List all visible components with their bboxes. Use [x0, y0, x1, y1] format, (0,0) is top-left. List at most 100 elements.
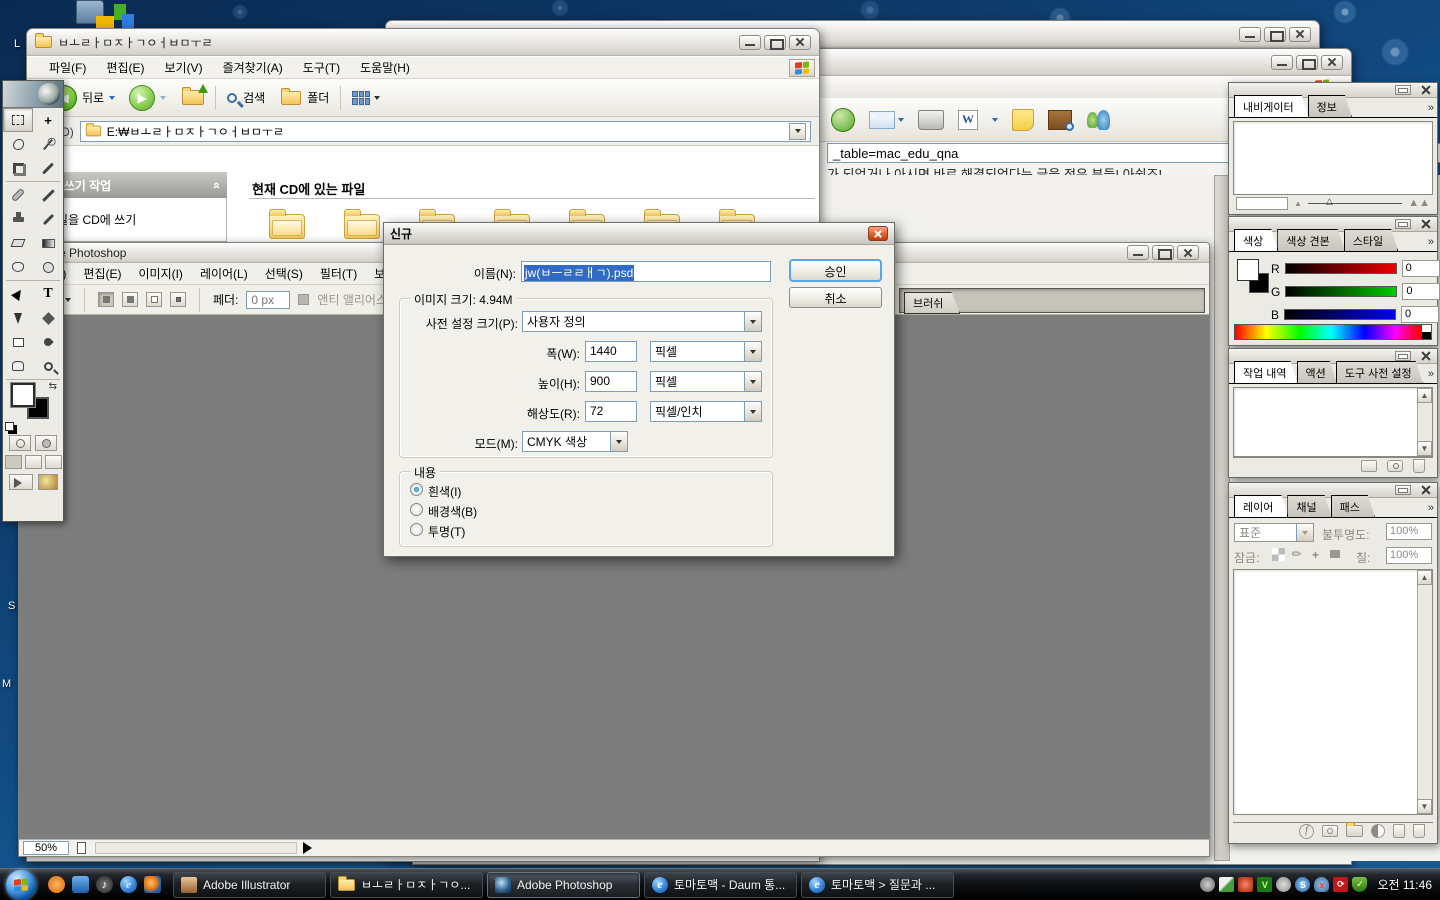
- radio-transparent-label[interactable]: 투명(T): [428, 523, 465, 540]
- lasso-tool-icon[interactable]: [3, 132, 33, 156]
- foreground-color-swatch[interactable]: [1237, 259, 1259, 281]
- type-tool-icon[interactable]: T: [33, 282, 63, 306]
- lock-transparency-icon[interactable]: [1272, 548, 1285, 561]
- foreground-color-swatch[interactable]: [11, 383, 35, 407]
- menu-select[interactable]: 선택(S): [265, 265, 303, 282]
- crop-tool-icon[interactable]: [3, 156, 33, 180]
- dialog-titlebar[interactable]: 신규: [384, 223, 894, 245]
- marquee-tool-icon[interactable]: [3, 108, 33, 132]
- dropdown-arrow-icon[interactable]: [744, 342, 761, 361]
- views-button[interactable]: [352, 91, 380, 105]
- menu-view[interactable]: 보기(V): [164, 59, 202, 76]
- panel-menu-icon[interactable]: »: [1428, 502, 1433, 514]
- healing-brush-tool-icon[interactable]: [3, 183, 33, 207]
- brushes-palette-tab[interactable]: 브러쉬: [904, 292, 960, 314]
- desktop-icon-label[interactable]: M: [2, 678, 11, 690]
- move-tool-icon[interactable]: +: [33, 108, 63, 132]
- height-input[interactable]: 900: [585, 371, 637, 392]
- green-slider[interactable]: [1285, 286, 1397, 297]
- tab-layers[interactable]: 레이어: [1234, 495, 1288, 517]
- scroll-down-icon[interactable]: ▼: [1417, 441, 1432, 456]
- history-brush-tool-icon[interactable]: [33, 207, 63, 231]
- minimize-button[interactable]: [1127, 245, 1149, 260]
- radio-background-color[interactable]: [410, 503, 423, 516]
- close-button[interactable]: [1289, 27, 1311, 42]
- menu-edit[interactable]: 편집(E): [106, 59, 144, 76]
- red-slider[interactable]: [1285, 263, 1397, 274]
- dropdown-arrow-icon[interactable]: [1296, 524, 1313, 541]
- adjustment-layer-icon[interactable]: [1371, 824, 1385, 838]
- selection-add-icon[interactable]: [122, 292, 138, 307]
- width-input[interactable]: 1440: [585, 341, 637, 362]
- zoom-tool-icon[interactable]: [33, 354, 63, 378]
- jump-to-imageready-button[interactable]: [9, 474, 33, 490]
- selection-subtract-icon[interactable]: [146, 292, 162, 307]
- new-document-dialog[interactable]: 신규 이름(N): jw(ㅂㅡㄹㄹㅐㄱ).psd 승인 취소 이미지 크기: 4…: [383, 222, 895, 557]
- panel-minimize-icon[interactable]: [1395, 485, 1411, 495]
- taskbar-button-photoshop[interactable]: Adobe Photoshop: [487, 872, 640, 898]
- new-document-from-state-icon[interactable]: [1361, 460, 1377, 472]
- height-unit-dropdown[interactable]: 픽셀: [650, 371, 762, 392]
- color-panel[interactable]: 색상 색상 견본 스타일 » R 0 G 0 B 0: [1228, 216, 1438, 346]
- layers-list[interactable]: ▲ ▼: [1233, 569, 1433, 815]
- imageready-icon[interactable]: [38, 474, 58, 490]
- tab-info[interactable]: 정보: [1308, 95, 1352, 117]
- folders-button[interactable]: 폴더: [281, 89, 329, 106]
- resolution-unit-dropdown[interactable]: 픽셀/인치: [650, 401, 762, 422]
- start-button[interactable]: [6, 870, 36, 900]
- close-button[interactable]: [789, 35, 811, 50]
- blend-mode-dropdown[interactable]: 표준: [1234, 523, 1314, 542]
- status-arrow-icon[interactable]: [303, 842, 312, 854]
- document-icon[interactable]: [77, 842, 86, 854]
- maximize-button[interactable]: [1264, 27, 1286, 42]
- smudge-tool-icon[interactable]: [3, 255, 33, 279]
- ok-button[interactable]: 승인: [789, 259, 882, 282]
- tray-messenger-offline-icon[interactable]: x: [1314, 877, 1329, 892]
- layer-mask-icon[interactable]: [1322, 825, 1338, 837]
- minimize-button[interactable]: [739, 35, 761, 50]
- radio-white-label[interactable]: 흰색(I): [428, 483, 461, 500]
- print-icon[interactable]: [918, 110, 944, 130]
- history-panel[interactable]: 작업 내역 액션 도구 사전 설정 » ▲ ▼: [1228, 348, 1438, 478]
- address-dropdown-button[interactable]: [789, 123, 806, 140]
- hand-tool-icon[interactable]: [3, 354, 33, 378]
- close-icon[interactable]: [1419, 84, 1432, 96]
- red-value[interactable]: 0: [1402, 260, 1440, 277]
- zoom-value-field[interactable]: [1236, 197, 1288, 210]
- tray-v3-icon[interactable]: V: [1257, 877, 1272, 892]
- zoom-out-icon[interactable]: ▲: [1294, 199, 1302, 208]
- panel-menu-icon[interactable]: »: [1428, 236, 1433, 248]
- panel-menu-icon[interactable]: »: [1428, 102, 1433, 114]
- tray-s-icon[interactable]: S: [1295, 877, 1310, 892]
- photoshop-toolbox[interactable]: + T ⇆: [2, 80, 64, 522]
- radio-transparent[interactable]: [410, 523, 423, 536]
- minimize-button[interactable]: [1239, 27, 1261, 42]
- new-snapshot-icon[interactable]: [1387, 460, 1403, 472]
- dropdown-arrow-icon[interactable]: [992, 118, 998, 122]
- mode-dropdown[interactable]: CMYK 색상: [522, 431, 628, 452]
- radio-white[interactable]: [410, 483, 423, 496]
- forward-button[interactable]: ▶: [129, 85, 166, 111]
- brush-tool-icon[interactable]: [33, 183, 63, 207]
- quicklaunch-icon-1[interactable]: [48, 876, 65, 893]
- zoom-slider[interactable]: △: [1308, 203, 1402, 204]
- notes-icon[interactable]: [1012, 109, 1034, 131]
- maximize-button[interactable]: [764, 35, 786, 50]
- lock-all-icon[interactable]: [1330, 550, 1340, 558]
- radio-background-label[interactable]: 배경색(B): [428, 503, 477, 520]
- research-icon[interactable]: [1048, 110, 1072, 130]
- width-unit-dropdown[interactable]: 픽셀: [650, 341, 762, 362]
- tab-styles[interactable]: 스타일: [1344, 229, 1398, 251]
- tab-paths[interactable]: 패스: [1331, 495, 1375, 517]
- menu-file[interactable]: 파일(F): [49, 59, 86, 76]
- layers-panel[interactable]: 레이어 채널 패스 » 표준 불투명도: 100% 잠금: ✎ + 칠: 100…: [1228, 482, 1438, 844]
- taskbar-button-daum[interactable]: e 토마토맥 - Daum 통...: [644, 872, 797, 898]
- navigator-panel[interactable]: 내비게이터 정보 » ▲ △ ▲▲: [1228, 82, 1438, 215]
- antialias-checkbox[interactable]: [298, 294, 309, 305]
- delete-layer-icon[interactable]: [1413, 824, 1425, 838]
- tray-volume-icon[interactable]: [1238, 877, 1253, 892]
- feather-input[interactable]: 0 px: [246, 291, 290, 309]
- lock-paint-icon[interactable]: ✎: [1289, 545, 1306, 562]
- tray-agent-icon[interactable]: [1276, 877, 1291, 892]
- search-button[interactable]: 검색: [227, 89, 265, 106]
